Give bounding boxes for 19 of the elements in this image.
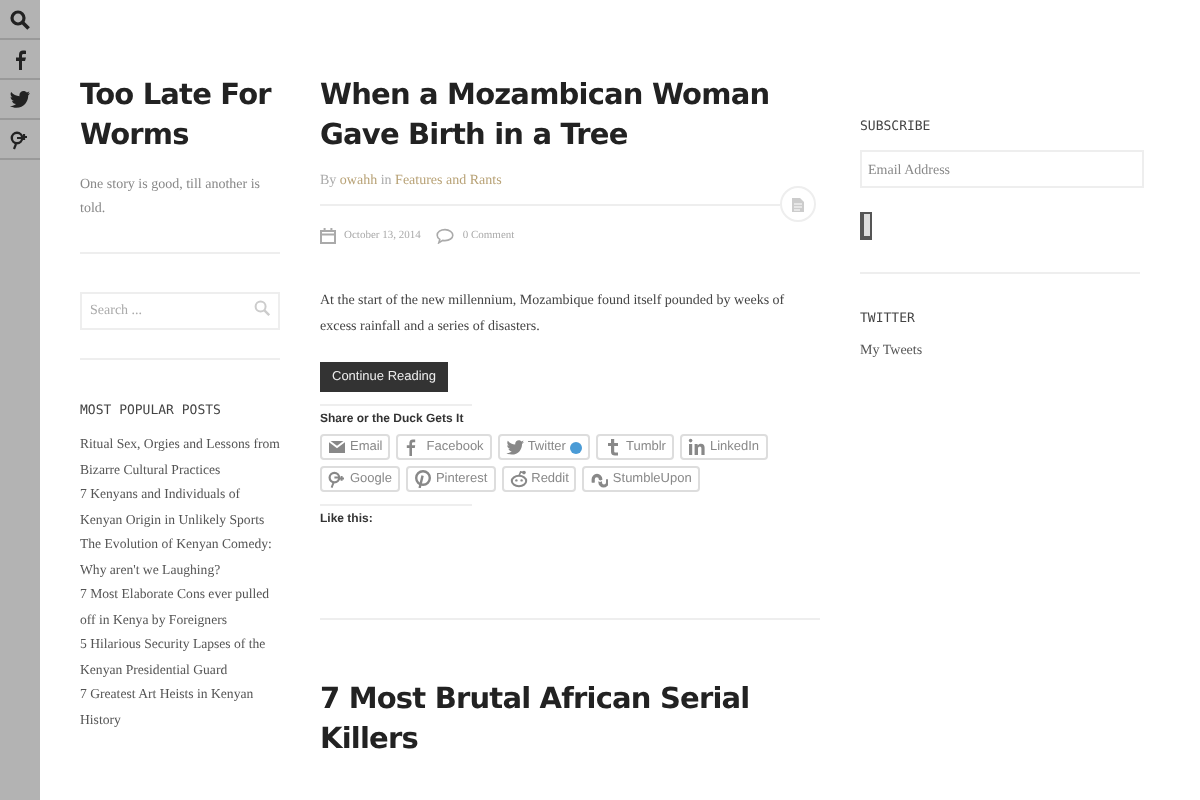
- reddit-icon: [509, 470, 528, 488]
- comment-icon: [436, 228, 455, 244]
- post-title[interactable]: 7 Most Brutal African Serial Killers: [320, 680, 820, 760]
- twitter-icon: [505, 438, 524, 456]
- share-count-icon: [569, 441, 582, 453]
- document-icon: [792, 197, 804, 211]
- pinterest-icon: [413, 470, 432, 488]
- twitter-icon: [10, 90, 30, 108]
- post-title[interactable]: When a Mozambican Woman Gave Birth in a Tree: [320, 76, 820, 156]
- site-title[interactable]: Too Late For Worms: [80, 76, 280, 156]
- envelope-icon: [328, 438, 346, 456]
- linkedin-icon: [687, 438, 706, 456]
- search-icon: [254, 300, 270, 316]
- search-icon: [10, 9, 30, 29]
- subscribe-button[interactable]: [860, 212, 872, 240]
- tumblr-icon: [603, 438, 622, 456]
- facebook-icon: [14, 49, 26, 69]
- stumbleupon-icon: [590, 470, 609, 488]
- calendar-icon: [320, 228, 336, 244]
